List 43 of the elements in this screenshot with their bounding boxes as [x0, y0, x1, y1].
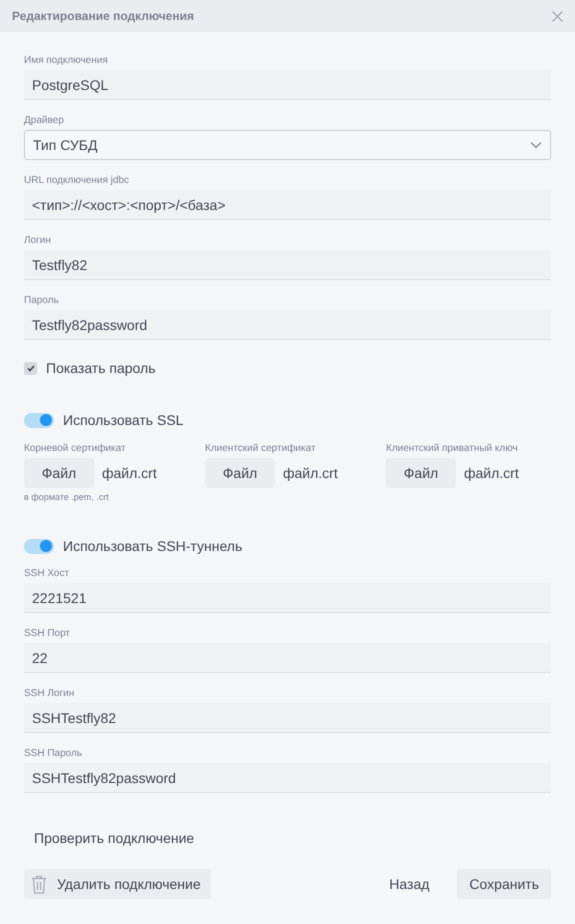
format-hint: в формате .pem, .crt: [24, 492, 110, 502]
close-icon[interactable]: [552, 10, 563, 22]
input-field[interactable]: 2221521: [24, 583, 551, 613]
field-label: Драйвер: [24, 114, 65, 128]
file-button[interactable]: Файл: [386, 458, 456, 488]
input-field[interactable]: SSHTestfly82password: [24, 763, 551, 793]
field-label: Имя подключения: [24, 54, 109, 68]
field-label: Клиентский сертификат: [205, 442, 317, 456]
field-label: Пароль: [24, 294, 60, 308]
input-field[interactable]: 22: [24, 643, 551, 673]
input-field[interactable]: PostgreSQL: [24, 70, 551, 100]
chevron-down-icon: [530, 141, 542, 149]
toggle-label: Использовать SSL: [63, 412, 184, 428]
checkbox[interactable]: [24, 362, 37, 374]
dropdown[interactable]: Тип СУБД: [24, 130, 551, 160]
toggle-label: Использовать SSH-туннель: [63, 538, 242, 554]
field-label: SSH Порт: [24, 627, 72, 641]
field-label: Логин: [24, 234, 52, 248]
input-field[interactable]: Testfly82password: [24, 310, 551, 340]
toggle-switch[interactable]: [24, 412, 54, 428]
field-label: URL подключения jdbc: [24, 174, 130, 188]
check-icon: [26, 364, 34, 372]
dialog-title: Редактирование подключения: [12, 9, 194, 23]
field-label: SSH Пароль: [24, 747, 84, 761]
file-name: файл.crt: [102, 465, 157, 481]
save-button[interactable]: Сохранить: [457, 869, 551, 899]
trash-icon: [31, 874, 47, 894]
check-connection-button[interactable]: Проверить подключение: [24, 823, 204, 853]
file-button[interactable]: Файл: [205, 458, 275, 488]
field-label: Корневой сертификат: [24, 442, 127, 456]
file-name: файл.crt: [283, 465, 338, 481]
delete-button[interactable]: Удалить подключение: [24, 869, 211, 899]
toggle-switch[interactable]: [24, 538, 54, 554]
input-field[interactable]: Testfly82: [24, 250, 551, 280]
input-field[interactable]: <тип>://<хост>:<порт>/<база>: [24, 190, 551, 220]
field-label: SSH Хост: [24, 567, 70, 581]
field-label: Клиентский приватный ключ: [386, 442, 519, 456]
file-name: файл.crt: [464, 465, 519, 481]
checkbox-label: Показать пароль: [46, 360, 156, 376]
back-button[interactable]: Назад: [377, 869, 442, 899]
field-label: SSH Логин: [24, 687, 76, 701]
file-button[interactable]: Файл: [24, 458, 94, 488]
input-field[interactable]: SSHTestfly82: [24, 703, 551, 733]
